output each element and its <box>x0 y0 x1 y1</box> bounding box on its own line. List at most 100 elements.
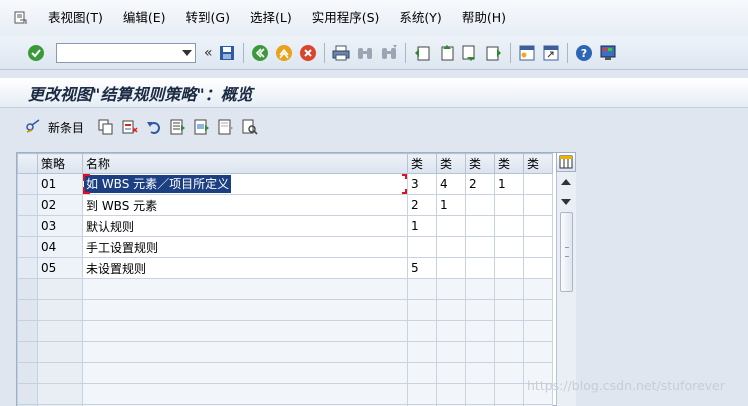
column-header-name[interactable]: 名称 <box>82 153 408 174</box>
category-cell[interactable] <box>407 278 437 300</box>
category-cell[interactable] <box>436 215 466 237</box>
category-cell[interactable] <box>523 173 553 195</box>
category-cell[interactable] <box>436 320 466 342</box>
copy-icon[interactable] <box>96 117 116 137</box>
category-cell[interactable] <box>407 299 437 321</box>
menu-item-goto[interactable]: 转到(G) <box>176 6 240 30</box>
new-entries-button[interactable]: 新条目 <box>24 118 84 136</box>
display-details-icon[interactable] <box>240 117 260 137</box>
vertical-scrollbar[interactable] <box>556 172 576 406</box>
category-cell[interactable] <box>407 320 437 342</box>
category-cell[interactable] <box>465 215 495 237</box>
column-header-category-3[interactable]: 类 <box>465 153 495 174</box>
menu-item-table-view[interactable]: 表视图(T) <box>38 6 113 30</box>
system-menu-icon[interactable] <box>12 9 30 27</box>
shortcut-icon[interactable] <box>541 43 561 63</box>
back-icon[interactable] <box>250 43 270 63</box>
category-cell[interactable] <box>436 341 466 363</box>
category-cell[interactable] <box>465 278 495 300</box>
category-cell[interactable]: 3 <box>407 173 437 195</box>
next-page-icon[interactable] <box>460 43 480 63</box>
category-cell[interactable] <box>523 278 553 300</box>
category-cell[interactable] <box>436 299 466 321</box>
column-header-strategy[interactable]: 策略 <box>37 153 83 174</box>
row-selector[interactable] <box>17 257 38 279</box>
row-selector[interactable] <box>17 278 38 300</box>
category-cell[interactable] <box>407 236 437 258</box>
name-cell[interactable]: 未设置规则 <box>82 257 408 279</box>
print-icon[interactable] <box>331 43 351 63</box>
category-cell[interactable] <box>494 236 524 258</box>
row-selector[interactable] <box>17 236 38 258</box>
help-icon[interactable]: ? <box>574 43 594 63</box>
strategy-cell[interactable]: 03 <box>37 215 83 237</box>
strategy-cell[interactable] <box>37 278 83 300</box>
category-cell[interactable] <box>465 341 495 363</box>
category-cell[interactable]: 1 <box>407 215 437 237</box>
category-cell[interactable]: 5 <box>407 257 437 279</box>
select-all-icon[interactable] <box>168 117 188 137</box>
name-cell[interactable] <box>82 320 408 342</box>
category-cell[interactable]: 1 <box>436 194 466 216</box>
command-input[interactable] <box>57 43 177 62</box>
category-cell[interactable] <box>465 236 495 258</box>
menu-item-system[interactable]: 系统(Y) <box>389 6 451 30</box>
strategy-cell[interactable] <box>37 299 83 321</box>
strategy-cell[interactable] <box>37 341 83 363</box>
scroll-up-icon[interactable] <box>557 172 575 192</box>
category-cell[interactable] <box>523 236 553 258</box>
previous-page-icon[interactable] <box>436 43 456 63</box>
strategy-cell[interactable]: 04 <box>37 236 83 258</box>
strategy-cell[interactable]: 02 <box>37 194 83 216</box>
category-cell[interactable] <box>494 362 524 384</box>
category-cell[interactable] <box>523 320 553 342</box>
category-cell[interactable]: 2 <box>465 173 495 195</box>
name-cell[interactable] <box>82 383 408 405</box>
first-page-icon[interactable] <box>412 43 432 63</box>
category-cell[interactable] <box>407 362 437 384</box>
collapse-chevron[interactable]: « <box>204 45 213 61</box>
strategy-cell[interactable] <box>37 320 83 342</box>
column-header-category-2[interactable]: 类 <box>436 153 466 174</box>
strategy-cell[interactable]: 01 <box>37 173 83 195</box>
category-cell[interactable] <box>465 383 495 405</box>
row-selector[interactable] <box>17 383 38 405</box>
name-cell[interactable]: 默认规则 <box>82 215 408 237</box>
category-cell[interactable] <box>494 215 524 237</box>
category-cell[interactable]: 1 <box>494 173 524 195</box>
menu-item-help[interactable]: 帮助(H) <box>452 6 516 30</box>
category-cell[interactable] <box>494 341 524 363</box>
undo-icon[interactable] <box>144 117 164 137</box>
row-selector[interactable] <box>17 173 38 195</box>
table-settings-button[interactable] <box>556 152 576 172</box>
category-cell[interactable] <box>465 320 495 342</box>
cancel-icon[interactable] <box>298 43 318 63</box>
category-cell[interactable] <box>494 299 524 321</box>
category-cell[interactable] <box>465 299 495 321</box>
row-selector[interactable] <box>17 215 38 237</box>
category-cell[interactable] <box>465 362 495 384</box>
category-cell[interactable] <box>523 257 553 279</box>
find-next-icon[interactable] <box>379 43 399 63</box>
strategy-cell[interactable] <box>37 383 83 405</box>
category-cell[interactable] <box>494 278 524 300</box>
name-cell[interactable]: 手工设置规则 <box>82 236 408 258</box>
column-header-category-1[interactable]: 类 <box>407 153 437 174</box>
name-cell[interactable] <box>82 278 408 300</box>
row-selector[interactable] <box>17 341 38 363</box>
name-cell[interactable] <box>82 362 408 384</box>
customize-layout-icon[interactable] <box>598 43 618 63</box>
enter-check-icon[interactable] <box>26 43 46 63</box>
scroll-down-icon[interactable] <box>557 192 575 212</box>
menu-item-selection[interactable]: 选择(L) <box>240 6 302 30</box>
column-header-category-5[interactable]: 类 <box>523 153 553 174</box>
category-cell[interactable] <box>436 278 466 300</box>
category-cell[interactable] <box>494 257 524 279</box>
select-all-header[interactable] <box>17 153 38 174</box>
category-cell[interactable] <box>407 341 437 363</box>
category-cell[interactable] <box>494 383 524 405</box>
chevron-down-icon[interactable] <box>179 44 195 62</box>
category-cell[interactable] <box>465 194 495 216</box>
create-session-icon[interactable] <box>517 43 537 63</box>
category-cell[interactable]: 2 <box>407 194 437 216</box>
